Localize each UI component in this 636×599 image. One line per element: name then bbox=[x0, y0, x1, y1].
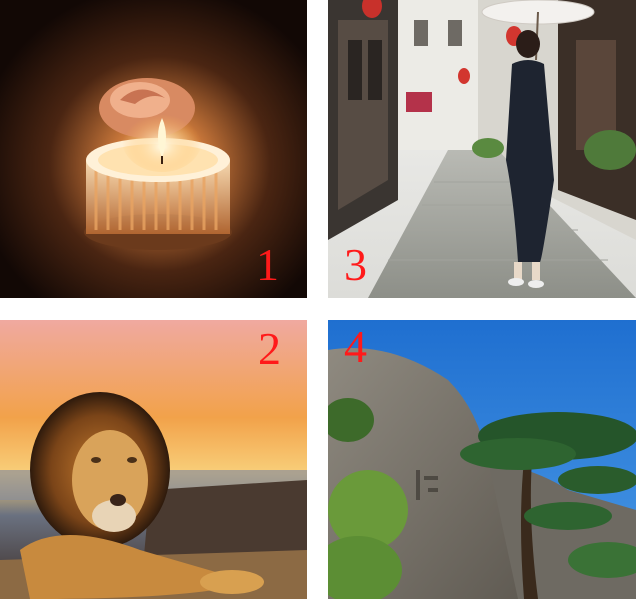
pine-photo-graphic bbox=[328, 320, 636, 599]
photo-alley: 3 bbox=[328, 0, 636, 298]
photo-pine-tree: 4 bbox=[328, 320, 636, 599]
tile-number-label: 4 bbox=[344, 321, 367, 372]
photo-candle: 1 bbox=[0, 0, 307, 298]
tile-number-label: 2 bbox=[258, 323, 281, 374]
tile-number-label: 3 bbox=[344, 239, 367, 290]
alley-photo-graphic bbox=[328, 0, 636, 298]
tile-number-label: 1 bbox=[256, 239, 279, 290]
photo-lion: 2 bbox=[0, 320, 307, 599]
